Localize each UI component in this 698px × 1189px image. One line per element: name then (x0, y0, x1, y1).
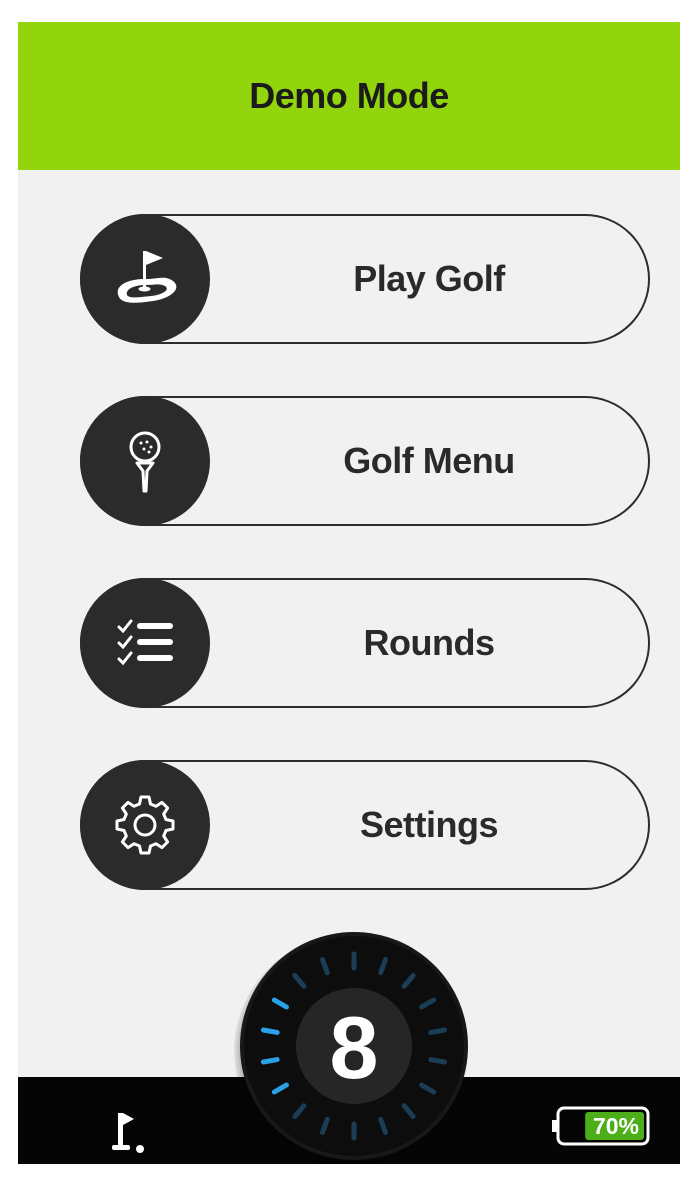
dial-tick (419, 997, 437, 1010)
rounds-label: Rounds (363, 622, 495, 663)
golf-menu-icon-circle (80, 396, 210, 526)
checklist-icon (117, 619, 173, 666)
gear-icon (115, 795, 175, 855)
dial-center: 8 (296, 988, 412, 1104)
dial-tick (428, 1057, 448, 1065)
dial-tick (260, 1027, 280, 1035)
putting-green-flag-icon (117, 251, 177, 303)
app-header: Demo Mode (18, 22, 680, 170)
golf-menu-label: Golf Menu (343, 440, 515, 481)
device-screen: Demo Mode Play Golf Golf Menu Rounds Set… (18, 22, 680, 1164)
golf-menu-button[interactable]: Golf Menu (80, 396, 650, 526)
dial-tick (428, 1027, 448, 1035)
settings-button[interactable]: Settings (80, 760, 650, 890)
dial-tick (378, 1116, 388, 1135)
settings-icon-circle (80, 760, 210, 890)
dial-tick (320, 1116, 330, 1135)
hole-number: 8 (329, 998, 379, 1097)
play-golf-label: Play Golf (353, 258, 505, 299)
golf-ball-on-tee-icon (129, 431, 161, 493)
dial-tick (292, 973, 307, 989)
play-golf-button[interactable]: Play Golf (80, 214, 650, 344)
header-title: Demo Mode (249, 75, 449, 116)
play-golf-icon-circle (80, 214, 210, 344)
dial-tick (271, 1082, 289, 1095)
dial-tick (292, 1103, 307, 1119)
dial-tick (260, 1057, 280, 1065)
rounds-button[interactable]: Rounds (80, 578, 650, 708)
dial-tick (378, 957, 388, 976)
rounds-icon-circle (80, 578, 210, 708)
dial-tick (320, 957, 330, 976)
dial-tick (401, 973, 416, 989)
hole-dial[interactable]: 8 (244, 936, 464, 1156)
dial-tick (271, 997, 289, 1010)
dial-tick (419, 1082, 437, 1095)
settings-label: Settings (359, 804, 499, 845)
golf-flag-icon[interactable] (104, 1107, 154, 1157)
dial-tick (401, 1103, 416, 1119)
battery-percent: 70% (592, 1113, 640, 1139)
